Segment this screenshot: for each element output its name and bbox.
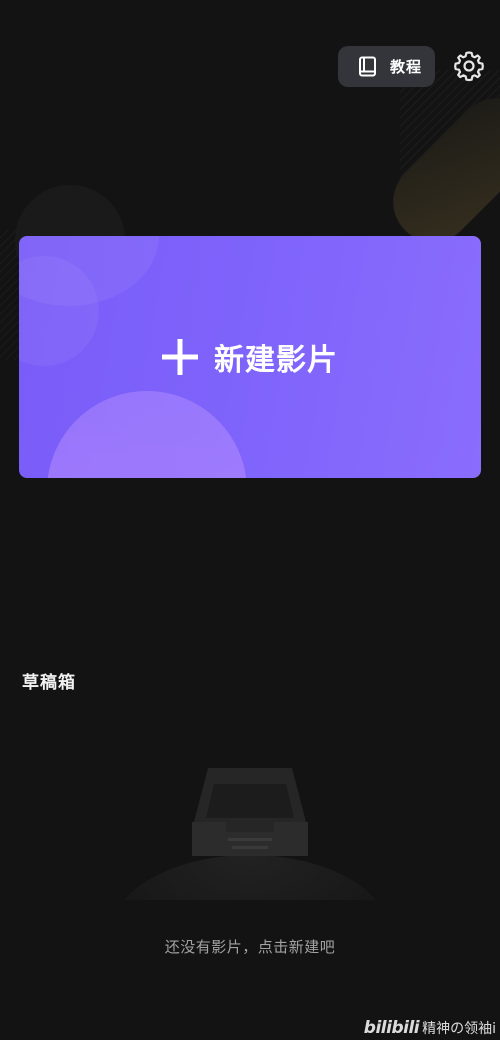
tutorial-label: 教程 — [390, 58, 423, 76]
gear-icon — [454, 51, 484, 82]
empty-drafts-illustration — [110, 760, 390, 900]
settings-button[interactable] — [452, 49, 486, 83]
new-movie-card[interactable]: 新建影片 — [19, 236, 481, 478]
book-icon — [359, 56, 376, 76]
watermark: bilibili 精神の领袖i — [364, 1018, 496, 1038]
bilibili-logo: bilibili — [363, 1018, 420, 1038]
new-movie-label: 新建影片 — [214, 343, 338, 378]
watermark-user: 精神の领袖i — [422, 1021, 496, 1037]
drafts-title: 草稿箱 — [22, 673, 76, 693]
empty-drafts-message: 还没有影片，点击新建吧 — [164, 938, 336, 956]
plus-icon — [162, 339, 198, 375]
inbox-tray-icon — [192, 768, 308, 856]
tutorial-button[interactable]: 教程 — [338, 46, 435, 87]
